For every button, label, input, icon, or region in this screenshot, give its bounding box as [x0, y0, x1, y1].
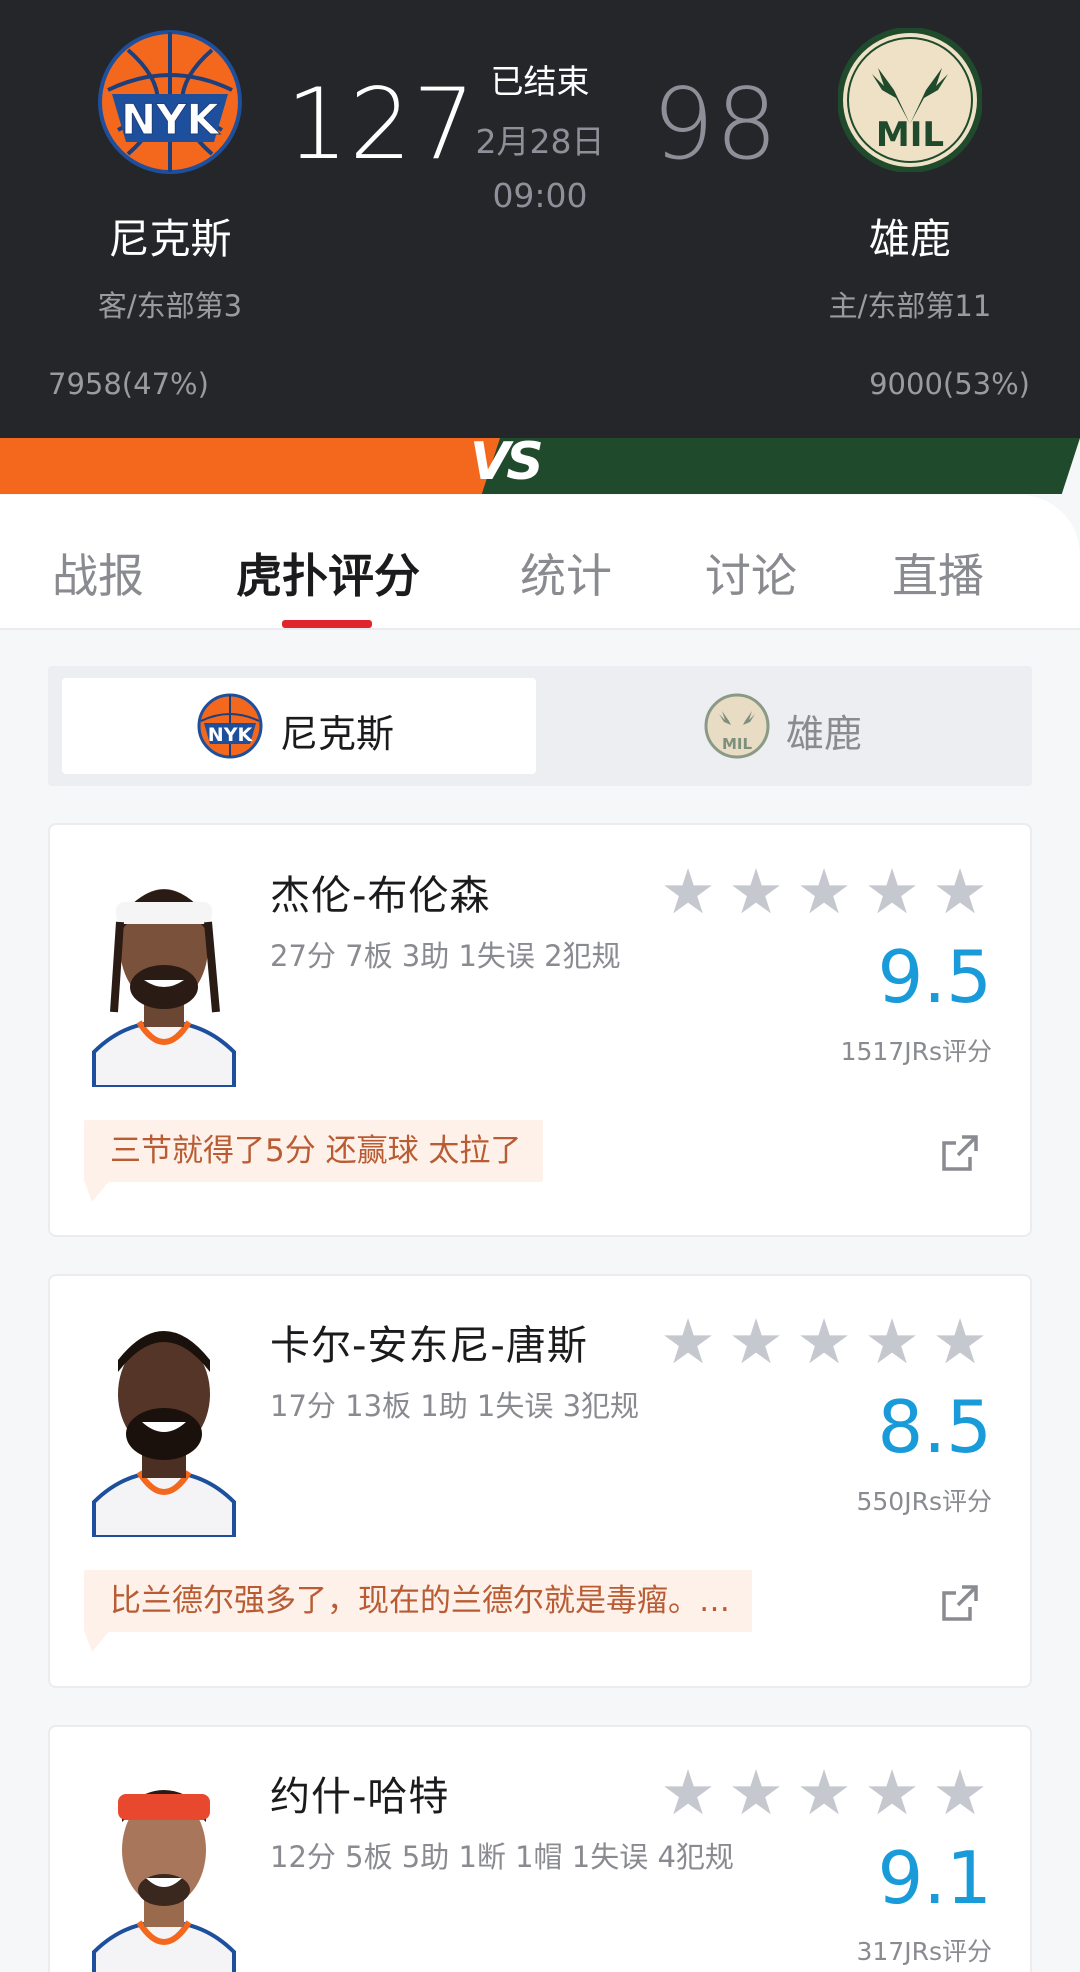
- hot-comment[interactable]: 三节就得了5分 还赢球 太拉了: [84, 1120, 544, 1182]
- support-ratio-bar: [0, 438, 1080, 494]
- player-name[interactable]: 杰伦-布伦森: [270, 863, 490, 921]
- knicks-logo[interactable]: NYK: [98, 30, 242, 174]
- vs-label: VS: [470, 432, 544, 492]
- star-icon[interactable]: ★: [728, 1311, 784, 1373]
- svg-text:MIL: MIL: [722, 735, 753, 753]
- star-icon[interactable]: ★: [728, 861, 784, 923]
- player-rating-score: 8.5: [877, 1385, 992, 1469]
- player-photo: [84, 1762, 244, 1972]
- star-icon[interactable]: ★: [932, 1311, 988, 1373]
- away-team-name: 尼克斯: [108, 215, 232, 263]
- rating-vote-count: 1517JRs评分: [840, 1037, 992, 1066]
- player-photo: [84, 1312, 244, 1537]
- player-photo: [84, 862, 244, 1087]
- player-name[interactable]: 卡尔-安东尼-唐斯: [270, 1313, 588, 1371]
- star-icon[interactable]: ★: [728, 1762, 784, 1824]
- game-status: 已结束: [490, 62, 590, 101]
- comment-bubble-tail: [84, 1180, 110, 1202]
- tab-hupu-rating[interactable]: 虎扑评分: [236, 540, 420, 606]
- rating-stars[interactable]: ★ ★ ★ ★ ★: [660, 1311, 994, 1373]
- home-support-count: 9000(53%): [869, 367, 1030, 401]
- game-time: 09:00: [492, 176, 588, 215]
- player-name[interactable]: 约什-哈特: [270, 1764, 449, 1822]
- share-icon[interactable]: [940, 1583, 980, 1623]
- team-switch-knicks-label[interactable]: 尼克斯: [280, 703, 394, 758]
- star-icon[interactable]: ★: [660, 1311, 716, 1373]
- star-icon[interactable]: ★: [660, 861, 716, 923]
- star-icon[interactable]: ★: [864, 1311, 920, 1373]
- home-team-name: 雄鹿: [869, 215, 951, 263]
- svg-text:MIL: MIL: [876, 115, 944, 155]
- game-header: NYK 尼克斯 客/东部第3 127 已结束 2月28日 09:00 98 MI…: [0, 0, 1080, 438]
- away-support-count: 7958(47%): [48, 367, 209, 401]
- rating-vote-count: 317JRs评分: [856, 1937, 993, 1966]
- comment-bubble-tail: [84, 1630, 110, 1652]
- star-icon[interactable]: ★: [796, 861, 852, 923]
- share-icon[interactable]: [940, 1133, 980, 1173]
- home-team-rank: 主/东部第11: [828, 289, 992, 323]
- tab-discussion[interactable]: 讨论: [705, 540, 797, 606]
- tab-game-report[interactable]: 战报: [52, 540, 144, 606]
- bucks-small-logo: MIL: [704, 693, 770, 759]
- game-date: 2月28日: [475, 122, 605, 161]
- home-support-bar: [481, 438, 1080, 494]
- bucks-logo[interactable]: MIL: [838, 28, 982, 172]
- tab-live[interactable]: 直播: [892, 540, 984, 606]
- tab-statistics[interactable]: 统计: [520, 540, 612, 606]
- star-icon[interactable]: ★: [796, 1311, 852, 1373]
- away-support-bar: [0, 438, 520, 494]
- star-icon[interactable]: ★: [864, 861, 920, 923]
- player-rating-score: 9.5: [877, 935, 992, 1019]
- player-stats: 12分 5板 5助 1断 1帽 1失误 4犯规: [270, 1840, 734, 1874]
- rating-stars[interactable]: ★ ★ ★ ★ ★: [660, 861, 994, 923]
- rating-vote-count: 550JRs评分: [856, 1487, 993, 1516]
- star-icon[interactable]: ★: [864, 1762, 920, 1824]
- star-icon[interactable]: ★: [932, 861, 988, 923]
- star-icon[interactable]: ★: [796, 1762, 852, 1824]
- away-team-rank: 客/东部第3: [97, 289, 243, 323]
- player-stats: 17分 13板 1助 1失误 3犯规: [270, 1389, 640, 1423]
- svg-text:NYK: NYK: [208, 724, 254, 746]
- rating-stars[interactable]: ★ ★ ★ ★ ★: [660, 1762, 994, 1824]
- home-score: 98: [652, 68, 779, 182]
- star-icon[interactable]: ★: [660, 1762, 716, 1824]
- svg-text:NYK: NYK: [121, 95, 221, 144]
- hot-comment[interactable]: 比兰德尔强多了，现在的兰德尔就是毒瘤。…: [84, 1570, 752, 1632]
- star-icon[interactable]: ★: [932, 1762, 988, 1824]
- active-tab-indicator: [282, 620, 372, 628]
- player-rating-score: 9.1: [877, 1836, 992, 1920]
- knicks-small-logo: NYK: [197, 693, 263, 759]
- player-stats: 27分 7板 3助 1失误 2犯规: [270, 939, 621, 973]
- team-switch-bucks-label[interactable]: 雄鹿: [786, 703, 862, 758]
